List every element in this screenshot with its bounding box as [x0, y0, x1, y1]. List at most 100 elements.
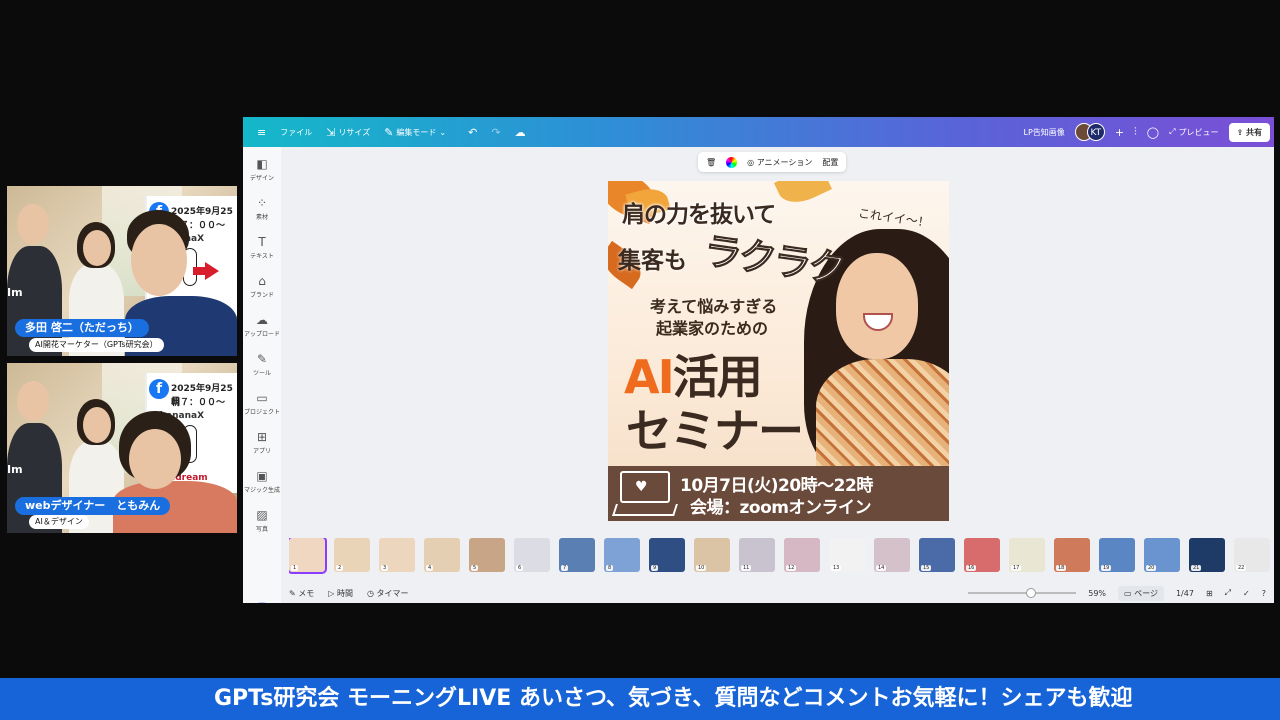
bottom-bar: ✎ メモ ▷ 時間 ◷ タイマー 59% ▭ ページ 1/47 ⊞ ⤢ ✓ ?	[281, 583, 1274, 603]
comment-icon[interactable]: ◯	[1147, 126, 1159, 139]
rail-item-label: ブランド	[249, 292, 274, 299]
document-title[interactable]: LP告知画像	[1024, 127, 1065, 138]
page-thumbnail[interactable]: 9	[649, 538, 685, 572]
design-canvas[interactable]: 肩の力を抜いて 集客も ラクラク これイイ〜！ 考えて悩みすぎる 起業家のための…	[608, 181, 949, 521]
page-thumbnail[interactable]: 6	[514, 538, 550, 572]
headline-line-1: 肩の力を抜いて	[622, 202, 776, 228]
page-thumbnail[interactable]: 7	[559, 538, 595, 572]
page-thumbnail[interactable]: 3	[379, 538, 415, 572]
collaborators[interactable]: KT	[1074, 123, 1105, 141]
speaker-role: AI開花マーケター（GPTs研究会）	[29, 338, 164, 352]
page-thumbnail[interactable]: 20	[1144, 538, 1180, 572]
page-number: 14	[876, 565, 887, 571]
page-number: 3	[381, 565, 389, 571]
animation-button[interactable]: ◎ アニメーション	[747, 157, 812, 168]
rail-item-0[interactable]: ◧ デザイン	[243, 157, 281, 182]
position-button[interactable]: 配置	[822, 157, 838, 168]
fullscreen-icon[interactable]: ⤢	[1225, 588, 1231, 598]
edit-mode-menu[interactable]: ✎ 編集モード ⌄	[384, 126, 446, 139]
check-icon[interactable]: ✓	[1243, 589, 1250, 598]
duration-label: 時間	[336, 588, 353, 598]
page-number: 8	[606, 565, 614, 571]
timer-button[interactable]: ◷ タイマー	[367, 588, 409, 599]
rail-item-1[interactable]: ⁘ 素材	[243, 196, 281, 221]
page-number: 15	[921, 565, 932, 571]
add-collaborator-icon[interactable]: +	[1115, 126, 1124, 139]
rail-item-6[interactable]: ▭ プロジェクト	[243, 391, 281, 416]
page-thumbnail[interactable]: 22	[1234, 538, 1270, 572]
page-thumbnail[interactable]: 18	[1054, 538, 1090, 572]
page-thumbnail[interactable]: 21	[1189, 538, 1225, 572]
page-number: 17	[1011, 565, 1022, 571]
rail-item-label: マジック生成	[243, 487, 280, 494]
page-thumbnail[interactable]: 2	[334, 538, 370, 572]
zoom-level[interactable]: 59%	[1088, 589, 1106, 598]
rail-item-label: アップロード	[243, 331, 280, 338]
rail-item-5[interactable]: ✎ ツール	[243, 352, 281, 377]
pages-button[interactable]: ▭ ページ	[1118, 585, 1164, 601]
rail-item-9[interactable]: ▨ 写真	[243, 508, 281, 533]
hamburger-icon: ≡	[257, 125, 267, 139]
help-icon[interactable]: ?	[1262, 589, 1266, 598]
grid-view-icon[interactable]: ⊞	[1206, 589, 1213, 598]
resize-menu[interactable]: ⇲ リサイズ	[326, 126, 370, 139]
rail-item-label: アプリ	[252, 448, 271, 455]
page-thumbnail[interactable]: 4	[424, 538, 460, 572]
page-thumbnail[interactable]: 16	[964, 538, 1000, 572]
model-face	[836, 253, 918, 359]
trash-icon[interactable]: 🗑	[706, 158, 716, 167]
speaker-name: 多田 啓二（ただっち）	[15, 319, 149, 337]
arrow-icon	[205, 262, 219, 280]
rail-item-7[interactable]: ⊞ アプリ	[243, 430, 281, 455]
duration-button[interactable]: ▷ 時間	[328, 588, 353, 599]
rail-item-3[interactable]: ⌂ ブランド	[243, 274, 281, 299]
floating-toolbar: 🗑 ◎ アニメーション 配置	[698, 152, 847, 172]
rail-item-2[interactable]: T テキスト	[243, 235, 281, 260]
page-number: 10	[696, 565, 707, 571]
webcam-tile-2: f 2025年9月25日 朝７：００〜 nobananaX →Seedream …	[7, 363, 237, 533]
subheading-2: 起業家のための	[656, 319, 769, 338]
page-number: 18	[1056, 565, 1067, 571]
page-number: 22	[1236, 565, 1247, 571]
page-thumbnail[interactable]: 8	[604, 538, 640, 572]
page-thumbnail[interactable]: 15	[919, 538, 955, 572]
left-side-rail: ◧ デザイン ⁘ 素材 T テキスト ⌂ ブランド ☁ アップロード ✎ ツール ▭ プロジェクト ⊞ アプリ…	[243, 147, 281, 603]
page-thumbnail[interactable]: 14	[874, 538, 910, 572]
bottom-left-controls: ✎ メモ ▷ 時間 ◷ タイマー	[289, 588, 408, 599]
page-thumbnail[interactable]: 12	[784, 538, 820, 572]
pencil-icon: ✎	[384, 125, 394, 139]
page-number: 19	[1101, 565, 1112, 571]
autumn-leaf	[774, 181, 832, 211]
undo-button[interactable]: ↶	[468, 126, 477, 139]
page-thumbnail[interactable]: 13	[829, 538, 865, 572]
page-thumbnail[interactable]: 19	[1099, 538, 1135, 572]
overlay-text: Im	[7, 286, 23, 299]
rail-item-8[interactable]: ▣ マジック生成	[243, 469, 281, 494]
rail-item-label: デザイン	[249, 175, 274, 182]
color-wheel-icon[interactable]	[726, 156, 738, 168]
rail-item-label: プロジェクト	[243, 409, 280, 416]
zoom-slider[interactable]	[968, 588, 1077, 598]
rail-item-4[interactable]: ☁ アップロード	[243, 313, 281, 338]
magic-assistant-button[interactable]: ✦	[251, 602, 273, 603]
bottom-right-controls: 59% ▭ ページ 1/47 ⊞ ⤢ ✓ ?	[968, 583, 1266, 603]
share-button[interactable]: ⇪ 共有	[1228, 122, 1270, 142]
page-thumbnail[interactable]: 5	[469, 538, 505, 572]
page-thumbnail[interactable]: 17	[1009, 538, 1045, 572]
cloud-save-button[interactable]: ☁	[515, 126, 526, 139]
speaker-head	[129, 429, 181, 489]
insights-icon[interactable]: ⫶	[1134, 125, 1137, 139]
page-thumbnail[interactable]: 10	[694, 538, 730, 572]
page-thumbnail[interactable]: 11	[739, 538, 775, 572]
redo-button[interactable]: ↷	[491, 126, 500, 139]
page-number: 20	[1146, 565, 1157, 571]
apps-icon: ⊞	[256, 430, 268, 444]
zoom-slider-knob[interactable]	[1026, 588, 1037, 598]
canva-editor: ≡ ファイル ⇲ リサイズ ✎ 編集モード ⌄ ↶ ↷ ☁ LP告知画像 KT + ⫶…	[243, 117, 1274, 603]
preview-button[interactable]: ⤢ プレビュー	[1169, 127, 1218, 138]
file-menu[interactable]: ファイル	[280, 127, 312, 138]
menu-button[interactable]: ≡	[257, 126, 266, 139]
notes-button[interactable]: ✎ メモ	[289, 588, 314, 599]
animation-label: アニメーション	[756, 157, 813, 167]
page-thumbnail[interactable]: 1	[289, 538, 327, 574]
